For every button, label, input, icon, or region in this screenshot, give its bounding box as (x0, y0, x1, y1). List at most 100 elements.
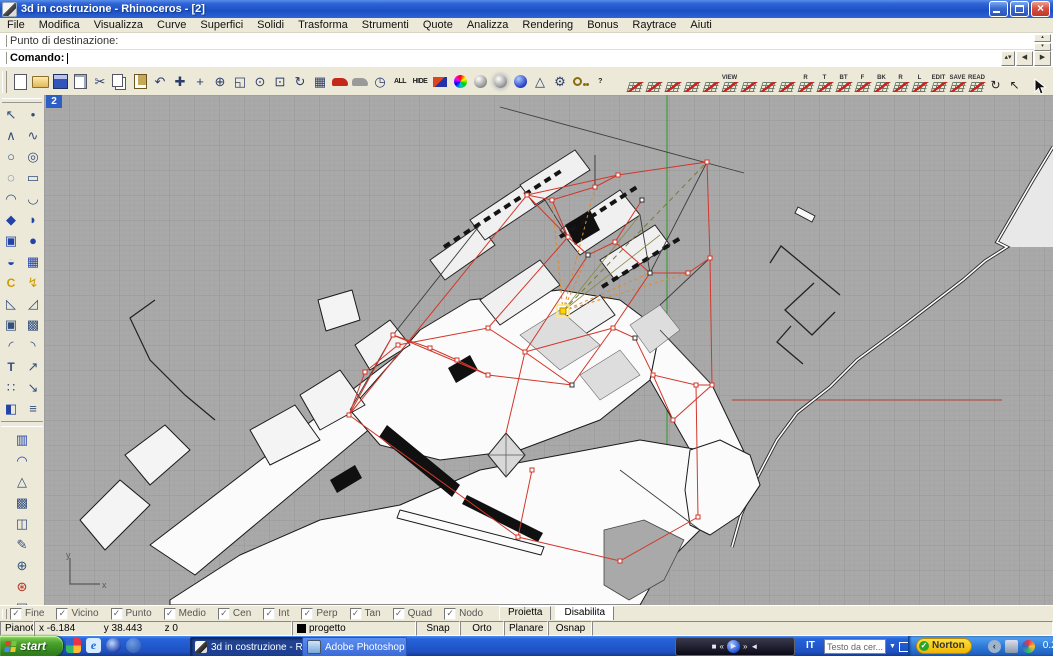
annotate-tool[interactable]: ✎ (1, 534, 43, 555)
points-on-tool[interactable]: ▣ (1, 314, 21, 335)
mesh-box-tool[interactable]: ▦ (23, 251, 43, 272)
checkbox-checked-icon[interactable] (164, 608, 176, 620)
taskbar-task-rhino[interactable]: 3d in costruzione - Rh... (190, 637, 304, 656)
arc-tool[interactable]: ◠ (1, 188, 21, 209)
extend-tool[interactable]: ↘ (23, 377, 43, 398)
status-toggle[interactable]: Planare (504, 621, 548, 636)
key-icon[interactable] (570, 71, 590, 93)
cplane-object-icon[interactable] (777, 66, 796, 95)
viewport-canvas[interactable] (44, 95, 1053, 605)
checkbox-checked-icon[interactable] (350, 608, 362, 620)
osnap-checkbox[interactable]: Perp (301, 608, 337, 620)
menu-item[interactable]: Rendering (515, 18, 580, 32)
osnap-checkbox[interactable]: Punto (111, 608, 152, 620)
checkbox-checked-icon[interactable] (218, 608, 230, 620)
undo-icon[interactable]: ↶ (150, 71, 170, 93)
osnap-project-button[interactable]: Proietta (499, 606, 551, 621)
cplane-view-icon[interactable]: VIEW (720, 66, 739, 95)
layer-tool[interactable]: ≡ (23, 398, 43, 419)
wmp-next-button[interactable]: » (743, 641, 747, 653)
text-tool[interactable]: T (1, 356, 21, 377)
osnap-checkbox[interactable]: Nodo (444, 608, 483, 620)
panel-grip[interactable] (2, 52, 7, 64)
cplane-bottom-icon[interactable]: BT (834, 66, 853, 95)
cplane-vertical-icon[interactable] (739, 66, 758, 95)
points-off-tool[interactable]: ▩ (23, 314, 43, 335)
split-tool[interactable]: ◿ (23, 293, 43, 314)
loft-tool[interactable]: ◠ (1, 450, 43, 471)
circle-tool[interactable]: ○ (1, 146, 21, 167)
command-spinner[interactable]: ▴▾ (1001, 51, 1015, 66)
command-forward-button[interactable]: ▶ (1034, 51, 1051, 66)
export-icon[interactable] (70, 71, 90, 93)
toolbar-divider[interactable] (1, 421, 43, 427)
panel-grip[interactable] (2, 609, 7, 619)
command-back-button[interactable]: ◀ (1016, 51, 1033, 66)
layer-cell[interactable]: progetto (292, 621, 416, 636)
new-file-icon[interactable] (10, 71, 30, 93)
checkbox-checked-icon[interactable] (301, 608, 313, 620)
taskbar-task-photoshop[interactable]: Adobe Photoshop (302, 637, 407, 656)
mesh-tool[interactable]: ▩ (1, 492, 43, 513)
lasso-tool[interactable]: △ (1, 471, 43, 492)
select-tool[interactable]: ↖ (1, 104, 21, 125)
fillet-tool[interactable]: ◡ (23, 188, 43, 209)
zoom-extents-icon[interactable]: ⊡ (270, 71, 290, 93)
minimize-button[interactable] (989, 1, 1008, 17)
save-file-icon[interactable] (50, 71, 70, 93)
point-grid-tool[interactable]: ∷ (1, 377, 21, 398)
history-clock-icon[interactable]: ◷ (370, 71, 390, 93)
menu-item[interactable]: Strumenti (355, 18, 416, 32)
cplane-left-icon[interactable]: L (910, 66, 929, 95)
toolbar-grip[interactable] (2, 71, 7, 93)
checkbox-checked-icon[interactable] (444, 608, 456, 620)
restore-button[interactable] (1010, 1, 1029, 17)
rotate-view-icon[interactable]: ↻ (290, 71, 310, 93)
pointer-icon[interactable]: ↖ (1005, 66, 1024, 95)
osnap-checkbox[interactable]: Int (263, 608, 289, 620)
menu-item[interactable]: Modifica (32, 18, 87, 32)
orient-tool[interactable]: ⊕ (1, 555, 43, 576)
status-toggle[interactable]: Snap (416, 621, 460, 636)
move-view-icon[interactable]: + (190, 71, 210, 93)
pan-hand-icon[interactable]: ✚ (170, 71, 190, 93)
show-all-icon[interactable]: ALL (390, 71, 410, 93)
render-preview-car-icon[interactable] (350, 71, 370, 93)
checkbox-checked-icon[interactable] (111, 608, 123, 620)
render-blue-sphere-icon[interactable] (510, 71, 530, 93)
boolean-tool[interactable]: ● (23, 230, 43, 251)
adjust-point-tool[interactable]: ◝ (23, 335, 43, 356)
cplane-front-icon[interactable]: F (853, 66, 872, 95)
menu-item[interactable]: Trasforma (291, 18, 355, 32)
dropdown-arrow-icon[interactable]: ▼ (889, 643, 896, 650)
search-input[interactable] (824, 639, 886, 654)
cplane-r-icon[interactable]: R (796, 66, 815, 95)
cylinder-tool[interactable]: ◒ (1, 251, 21, 272)
quicklaunch-mediaplayer-icon[interactable] (106, 638, 121, 653)
menu-item[interactable]: Visualizza (87, 18, 150, 32)
osnap-checkbox[interactable]: Cen (218, 608, 251, 620)
polyline-tool[interactable]: ∧ (1, 125, 21, 146)
menu-item[interactable]: Solidi (250, 18, 291, 32)
cplane-back-icon[interactable]: BK (872, 66, 891, 95)
viewport-label[interactable]: 2 (46, 95, 62, 108)
menu-item[interactable]: Superfici (193, 18, 250, 32)
explode-tool[interactable]: ↯ (23, 272, 43, 293)
curve-tool[interactable]: ∿ (23, 125, 43, 146)
render-raytrace-sphere-icon[interactable] (490, 71, 510, 93)
wmp-play-button[interactable]: ▶ (727, 640, 740, 653)
hatch-tool[interactable]: ◧ (1, 398, 21, 419)
status-toggle[interactable]: Orto (460, 621, 504, 636)
osnap-checkbox[interactable]: Medio (164, 608, 206, 620)
wmp-stop-button[interactable]: ■ (712, 641, 717, 653)
cplane-edit-icon[interactable]: EDIT (929, 66, 948, 95)
osnap-checkbox[interactable]: Vicino (56, 608, 98, 620)
cplane-plain-icon[interactable] (663, 66, 682, 95)
menu-item[interactable]: Analizza (460, 18, 516, 32)
cut-icon[interactable]: ✂ (90, 71, 110, 93)
toolbar-grip[interactable] (2, 98, 42, 103)
open-file-icon[interactable] (30, 71, 50, 93)
osnap-checkbox[interactable]: Quad (393, 608, 432, 620)
cplane-read-icon[interactable]: READ (967, 66, 986, 95)
hide-icon[interactable]: HIDE (410, 71, 430, 93)
